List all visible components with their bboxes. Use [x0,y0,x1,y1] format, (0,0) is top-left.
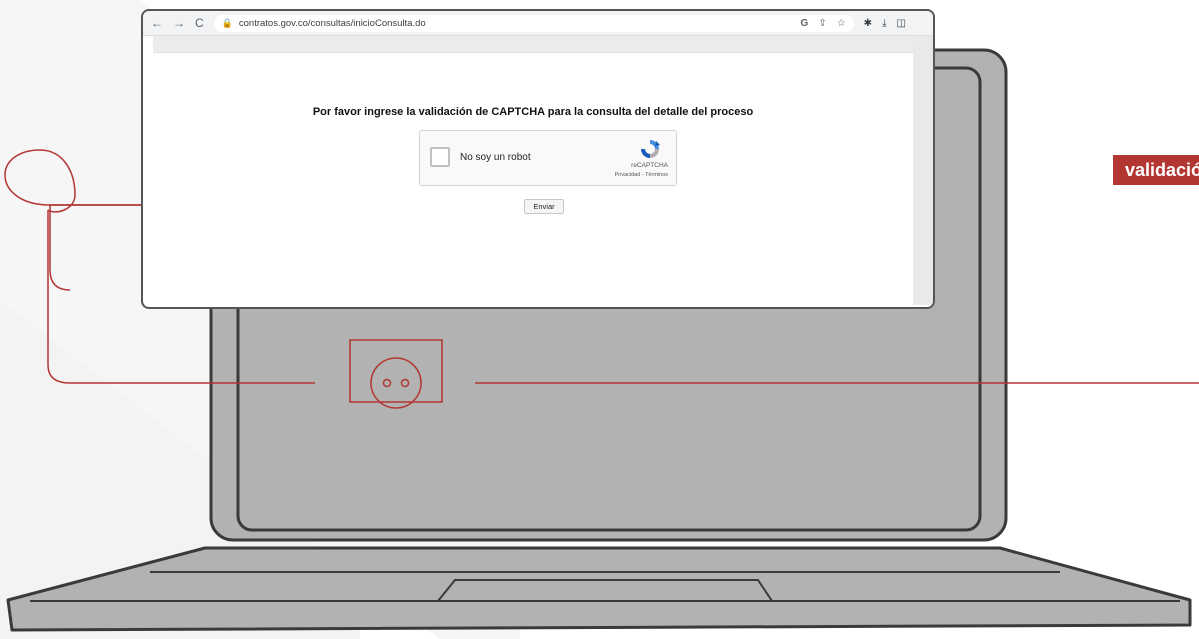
recaptcha-brand: reCAPTCHA [631,162,668,169]
submit-button[interactable]: Enviar [524,199,564,214]
address-url[interactable]: contratos.gov.co/consultas/inicioConsult… [239,18,426,29]
recaptcha-checkbox[interactable] [430,147,450,167]
lock-icon[interactable]: 🔒 [222,18,233,29]
recaptcha-links[interactable]: Privacidad - Términos [615,172,668,178]
sidebar-icon[interactable]: ◫ [896,18,905,29]
share-icon[interactable]: ⇪ [818,18,826,29]
address-bar[interactable]: 🔒 contratos.gov.co/consultas/inicioConsu… [213,14,854,32]
back-icon[interactable]: ← [151,17,163,29]
reload-icon[interactable]: C [195,17,204,29]
address-actions: G ⇪ ☆ [801,18,846,29]
recaptcha-logo-icon [641,140,660,158]
google-icon[interactable]: G [801,18,809,29]
browser-tools: ✱ ⤓ ◫ [864,18,906,29]
validation-tag: validación [1113,155,1199,185]
recaptcha-widget: No soy un robot reCAPTCHA Privacidad - T… [419,130,677,186]
browser-window: ← → C 🔒 contratos.gov.co/consultas/inici… [141,9,935,309]
browser-toolbar: ← → C 🔒 contratos.gov.co/consultas/inici… [143,11,933,36]
page-viewport: Por favor ingrese la validación de CAPTC… [153,36,913,305]
page-header-strip [153,36,913,53]
extension-icon[interactable]: ✱ [864,18,872,29]
captcha-prompt: Por favor ingrese la validación de CAPTC… [312,106,754,118]
download-icon[interactable]: ⤓ [882,18,886,29]
forward-icon[interactable]: → [173,17,185,29]
recaptcha-label: No soy un robot [460,152,531,163]
browser-nav: ← → C [151,17,204,29]
star-icon[interactable]: ☆ [837,18,846,29]
page-scrollbar[interactable] [913,36,933,305]
laptop-trackpad [435,579,774,602]
